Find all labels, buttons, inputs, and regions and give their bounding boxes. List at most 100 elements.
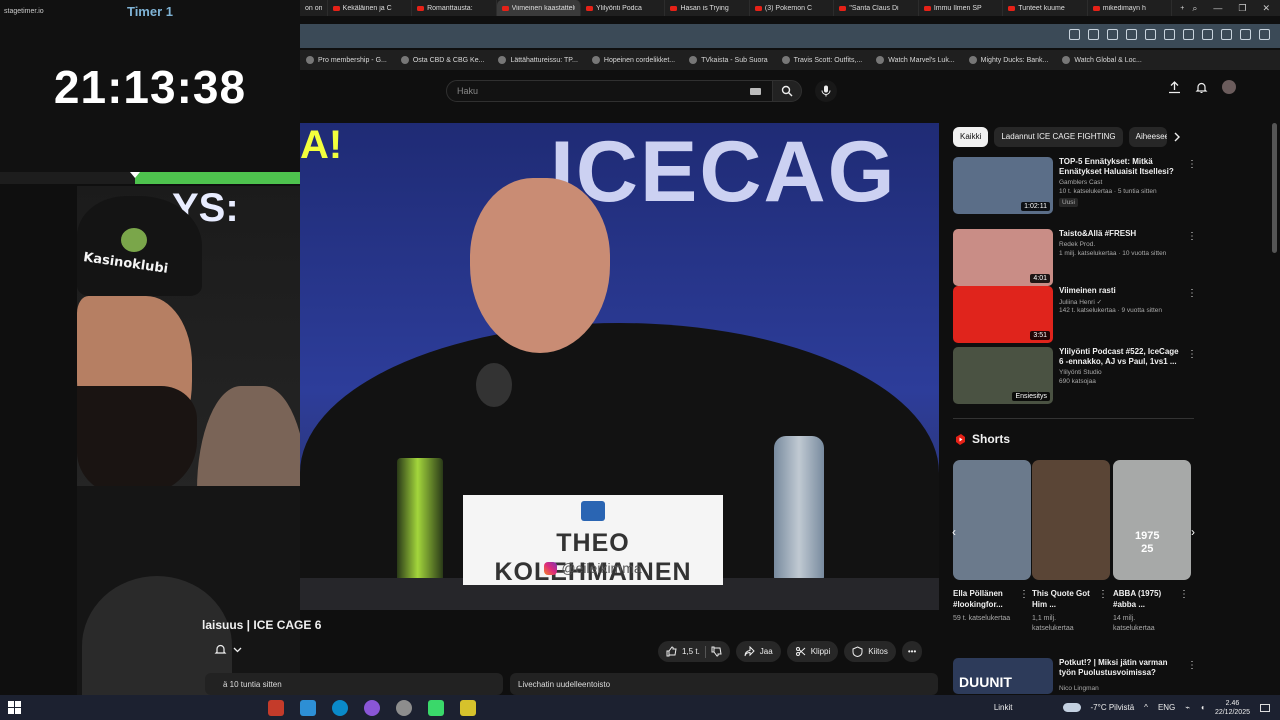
shorts-prev-button[interactable]: ‹ — [945, 522, 963, 542]
browser-tab[interactable]: Viimeinen kaastattelu — [496, 0, 582, 16]
chat-replay-box[interactable]: Livechatin uudelleentoisto — [510, 673, 938, 695]
volume-icon[interactable]: ◖ — [1200, 703, 1205, 712]
download-icon[interactable] — [1202, 29, 1213, 40]
tray-expand-icon[interactable]: ^ — [1144, 703, 1148, 712]
new-tab-button[interactable]: + — [1172, 5, 1192, 12]
chip-all[interactable]: Kaikki — [953, 127, 989, 147]
notifications-icon[interactable] — [1260, 703, 1270, 712]
avatar[interactable] — [1222, 80, 1236, 94]
upload-icon[interactable] — [1168, 80, 1181, 94]
short-title[interactable]: Ella Pöllänen #lookingfor... — [953, 588, 1023, 610]
restore-icon[interactable]: ❐ — [1238, 3, 1246, 14]
youtube-icon — [670, 5, 678, 11]
shorts-next-button[interactable]: › — [1184, 522, 1202, 542]
collections-icon[interactable] — [1221, 29, 1232, 40]
browser-tab[interactable]: "Santa Claus Di — [834, 0, 919, 16]
search-icon[interactable] — [1069, 29, 1080, 40]
shield-icon[interactable] — [1126, 29, 1137, 40]
more-icon[interactable]: ⋮ — [1098, 589, 1108, 600]
more-actions-button[interactable]: ••• — [901, 641, 923, 662]
bottom-rec-more-icon[interactable]: ⋮ — [1187, 660, 1197, 671]
search-input[interactable]: Haku — [446, 80, 776, 102]
thumbs-down-icon[interactable] — [711, 646, 722, 657]
chevron-down-icon[interactable] — [233, 645, 242, 654]
share-button[interactable]: Jaa — [735, 641, 781, 662]
recommendation-title: TOP-5 Ennätykset: Mitkä Ennätykset Halua… — [1059, 157, 1174, 176]
browser-tab[interactable]: Ylilyönti Podca — [581, 0, 666, 16]
more-icon[interactable]: ⋮ — [1187, 231, 1197, 242]
more-icon[interactable]: ⋮ — [1187, 159, 1197, 170]
weather-text[interactable]: -7°C Pilvistä — [1091, 703, 1135, 712]
play-icon[interactable] — [1164, 29, 1175, 40]
home-icon[interactable] — [1107, 29, 1118, 40]
settings-app-icon[interactable] — [396, 699, 412, 716]
taskbar-clock[interactable]: 2.46 22/12/2025 — [1215, 699, 1250, 717]
video-player[interactable]: A! ICECAG THEO KOLEHMAINEN @eileikimma — [300, 123, 939, 610]
profile-icon[interactable] — [1259, 29, 1270, 40]
search-tabs-icon[interactable]: ⌕ — [1192, 3, 1197, 14]
recommendation-item[interactable]: 3:51 Viimeinen rasti Juliina Henri ✓ 142 t.… — [953, 286, 1198, 344]
bell-icon[interactable] — [214, 643, 227, 656]
settings-icon[interactable] — [1145, 29, 1156, 40]
system-tray: Linkit -7°C Pilvistä ^ ENG ⌁ ◖ 2.46 22/1… — [994, 695, 1270, 720]
bookmark-item[interactable]: Hopeinen cordelikket... — [591, 56, 675, 64]
close-icon[interactable]: ✕ — [1262, 3, 1270, 14]
recommendation-item[interactable]: Ensiesitys Ylilyönti Podcast #522, IceCag… — [953, 347, 1198, 405]
terminal-app-icon[interactable] — [460, 699, 476, 716]
like-dislike-button[interactable]: 1,5 t. — [658, 641, 730, 662]
thanks-button[interactable]: Kiitos — [844, 641, 896, 662]
menu-icon[interactable] — [1240, 29, 1251, 40]
more-icon[interactable]: ⋮ — [1019, 589, 1029, 600]
short-thumbnail[interactable]: 1975 25 — [1113, 460, 1191, 580]
chip-related[interactable]: Aiheeseen liittyvät — [1128, 127, 1167, 147]
more-icon[interactable]: ⋮ — [1187, 288, 1197, 299]
scrollbar[interactable] — [1272, 123, 1277, 253]
edit-icon[interactable] — [1088, 29, 1099, 40]
description-box[interactable]: ä 10 tuntia sitten — [205, 673, 503, 695]
clip-button[interactable]: Klippi — [786, 641, 839, 662]
network-icon[interactable]: ⌁ — [1185, 703, 1190, 712]
short-title[interactable]: ABBA (1975) #abba ... — [1113, 588, 1183, 610]
green-app-icon[interactable] — [428, 699, 444, 716]
recommendation-item[interactable]: 4:01 Taisto&Allä #FRESH Redek Prod. 1 milj.… — [953, 229, 1198, 287]
bookmark-item[interactable]: TVkaista - Sub Suora — [689, 56, 768, 64]
subscribe-notifications[interactable] — [214, 643, 242, 656]
chip-uploader[interactable]: Ladannut ICE CAGE FIGHTING — [994, 127, 1123, 147]
more-icon[interactable]: ⋮ — [1187, 349, 1197, 360]
voice-search-button[interactable] — [815, 80, 837, 102]
chevron-right-icon[interactable] — [1173, 132, 1182, 142]
bell-icon[interactable] — [1195, 81, 1208, 94]
browser-tab[interactable]: on one — [300, 0, 328, 16]
bookmark-item[interactable]: Pro membership - G... — [306, 56, 387, 64]
windows-start-icon[interactable] — [8, 700, 22, 715]
bookmark-item[interactable]: Travis Scott: Outfits,... — [781, 56, 862, 64]
favorite-icon[interactable] — [1183, 29, 1194, 40]
bookmark-item[interactable]: Watch Global & Loc... — [1062, 56, 1142, 64]
browser-tab[interactable]: Romanttausta: — [412, 0, 497, 16]
browser-tab[interactable]: (3) Pokemon C — [750, 0, 835, 16]
search-button[interactable] — [772, 80, 802, 102]
short-title[interactable]: This Quote Got Him ... — [1032, 588, 1102, 610]
browser-tab[interactable]: Kekäläinen ja C — [328, 0, 413, 16]
bookmark-item[interactable]: Mighty Ducks: Bank... — [968, 56, 1048, 64]
browser-tab[interactable]: mikedimayn h — [1088, 0, 1173, 16]
chat-app-icon[interactable] — [364, 699, 380, 716]
keyboard-icon[interactable] — [750, 88, 761, 95]
browser-tab[interactable]: Tunteet kuume — [1003, 0, 1088, 16]
app-icon-red[interactable] — [268, 699, 284, 716]
browser-tab[interactable]: Immu Ilmen SP — [919, 0, 1004, 16]
bookmark-item[interactable]: Watch Marvel's Luk... — [876, 56, 955, 64]
bookmark-item[interactable]: Osta CBD & CBG Ke... — [400, 56, 484, 64]
links-label[interactable]: Linkit — [994, 703, 1013, 712]
edge-icon[interactable] — [332, 699, 348, 716]
browser-tab-bar: on one Kekäläinen ja C Romanttausta: Viimei… — [300, 0, 1280, 16]
minimize-icon[interactable]: — — [1213, 3, 1222, 14]
app-icon-edge-copilot[interactable] — [300, 699, 316, 716]
short-thumbnail[interactable] — [953, 460, 1031, 580]
browser-tab[interactable]: Hasan is Trying — [665, 0, 750, 16]
short-thumbnail[interactable] — [1032, 460, 1110, 580]
bookmark-item[interactable]: Lättähattureissu: TP... — [498, 56, 578, 64]
language-indicator[interactable]: ENG — [1158, 703, 1175, 712]
more-icon[interactable]: ⋮ — [1179, 589, 1189, 600]
recommendation-item[interactable]: 1:02:11 TOP-5 Ennätykset: Mitkä Ennätykse… — [953, 157, 1198, 215]
